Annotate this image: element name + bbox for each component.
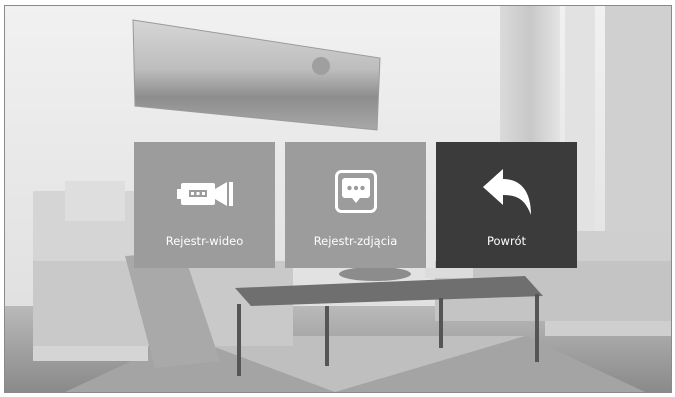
photo-register-label: Rejestr-zdjącia (313, 234, 398, 248)
photo-register-button[interactable]: Rejestr-zdjącia (285, 142, 426, 268)
intercom-screen: Rejestr-wideo Rejestr-zdjącia Powrót (4, 5, 672, 393)
return-arrow-icon (479, 168, 535, 216)
back-label: Powrót (487, 234, 526, 248)
video-register-button[interactable]: Rejestr-wideo (134, 142, 275, 268)
video-camera-icon (176, 168, 233, 216)
video-register-label: Rejestr-wideo (165, 234, 244, 248)
message-bubble-icon (328, 168, 384, 216)
back-button[interactable]: Powrót (436, 142, 577, 268)
